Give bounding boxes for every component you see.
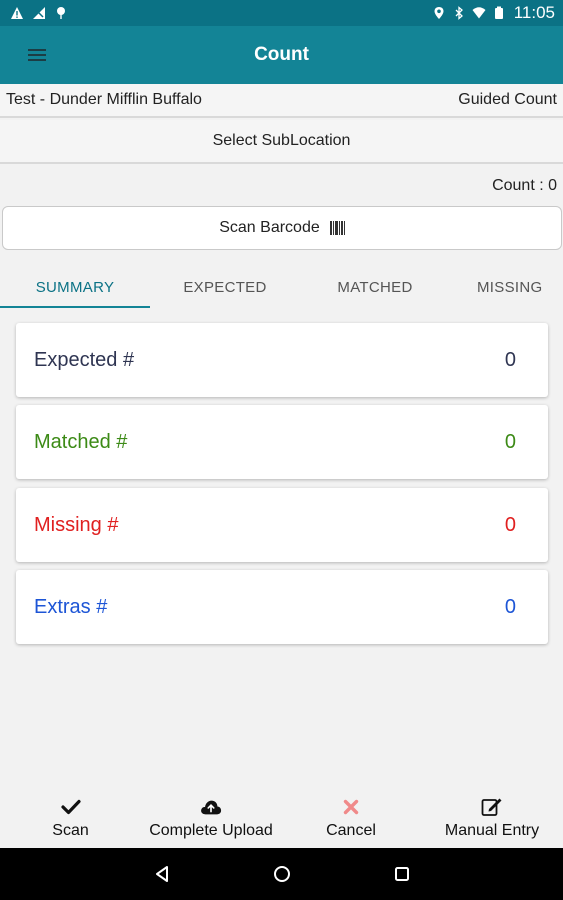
check-icon (60, 796, 82, 818)
expected-card: Expected # 0 (16, 323, 548, 397)
expected-value: 0 (504, 348, 516, 371)
wifi-icon (472, 7, 486, 19)
matched-value: 0 (504, 430, 516, 453)
extras-label: Extras # (34, 595, 108, 618)
system-nav-bar (0, 848, 563, 900)
page-title: Count (254, 44, 309, 65)
hamburger-menu-icon[interactable] (28, 45, 48, 65)
barcode-icon (329, 221, 345, 235)
home-icon[interactable] (271, 863, 293, 885)
bottom-action-bar: Scan Complete Upload Cancel Manual Entry (0, 790, 563, 848)
cancel-button[interactable]: Cancel (281, 790, 421, 848)
bluetooth-icon (455, 6, 463, 20)
complete-upload-button[interactable]: Complete Upload (141, 790, 281, 848)
count-mode: Guided Count (458, 91, 557, 108)
location-pin-icon (57, 7, 65, 19)
warning-icon (11, 7, 23, 19)
missing-value: 0 (504, 513, 516, 536)
app-bar: Count (0, 26, 563, 84)
select-sublocation-button[interactable]: Select SubLocation (0, 120, 563, 164)
scan-barcode-label: Scan Barcode (219, 219, 320, 236)
location-name: Test - Dunder Mifflin Buffalo (6, 91, 202, 108)
tab-matched[interactable]: MATCHED (300, 266, 450, 308)
missing-label: Missing # (34, 513, 119, 536)
manual-entry-label: Manual Entry (444, 822, 540, 839)
back-icon[interactable] (151, 863, 173, 885)
status-bar: 11:05 (0, 0, 563, 26)
extras-value: 0 (504, 595, 516, 618)
scan-barcode-button[interactable]: Scan Barcode (2, 206, 562, 250)
tab-missing[interactable]: MISSING (450, 266, 563, 308)
status-left-icons (10, 6, 68, 20)
cloud-upload-icon (200, 796, 222, 818)
matched-card: Matched # 0 (16, 405, 548, 479)
edit-icon (481, 796, 503, 818)
battery-icon (494, 6, 503, 19)
tab-bar: SUMMARY EXPECTED MATCHED MISSING (0, 266, 563, 308)
status-time: 11:05 (513, 3, 555, 22)
close-icon (340, 796, 362, 818)
recents-icon[interactable] (391, 863, 413, 885)
cancel-label: Cancel (326, 822, 376, 839)
matched-label: Matched # (34, 430, 128, 453)
tab-summary[interactable]: SUMMARY (0, 266, 150, 308)
manual-entry-button[interactable]: Manual Entry (421, 790, 563, 848)
gps-icon (434, 7, 444, 19)
tab-expected[interactable]: EXPECTED (150, 266, 300, 308)
missing-card: Missing # 0 (16, 488, 548, 562)
expected-label: Expected # (34, 348, 135, 371)
status-right-icons: 11:05 (432, 3, 555, 23)
scan-label: Scan (52, 822, 89, 839)
count-label: Count : 0 (492, 177, 557, 194)
complete-upload-label: Complete Upload (149, 822, 273, 839)
info-row: Test - Dunder Mifflin Buffalo Guided Cou… (0, 84, 563, 118)
signal-off-icon (33, 7, 45, 19)
scan-button[interactable]: Scan (0, 790, 141, 848)
extras-card: Extras # 0 (16, 570, 548, 644)
